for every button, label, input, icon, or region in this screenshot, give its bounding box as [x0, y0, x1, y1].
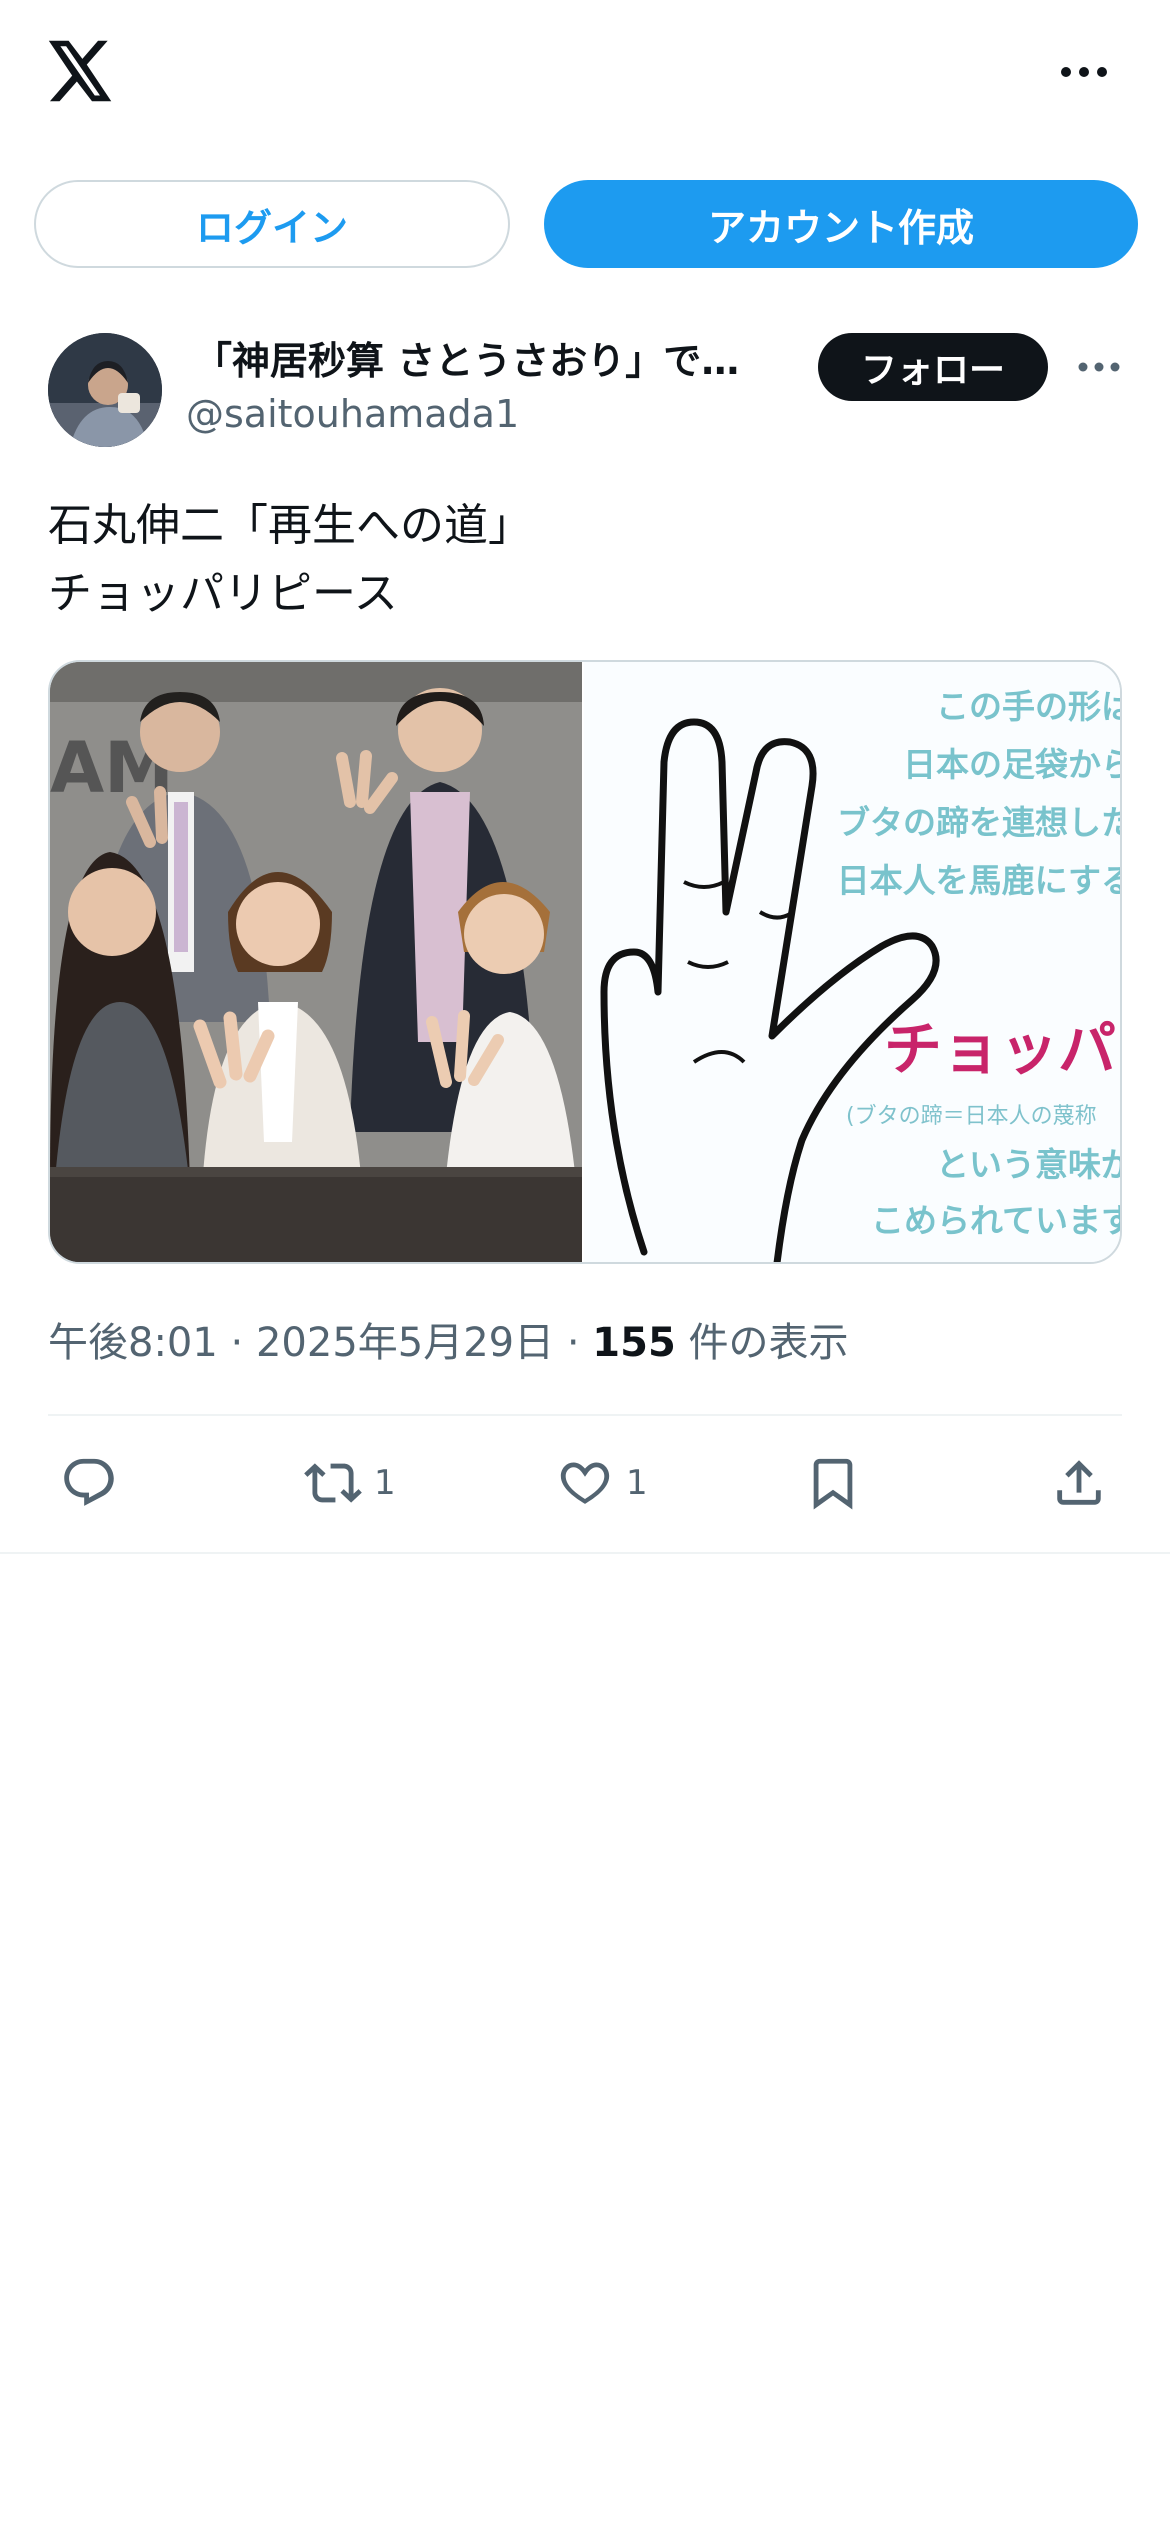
image-text-line: 日本人を馬鹿にする	[836, 861, 1122, 900]
post-text: 石丸伸二「再生への道」 チョッパリピース	[48, 492, 532, 628]
heart-icon	[560, 1462, 610, 1504]
repost-button[interactable]: 1	[304, 1448, 396, 1518]
views-count: 155	[592, 1320, 676, 1366]
meta-separator: ·	[566, 1320, 580, 1366]
post-date[interactable]: 2025年5月29日	[256, 1320, 554, 1366]
share-button[interactable]	[1050, 1448, 1108, 1518]
more-options-icon[interactable]	[1058, 52, 1110, 92]
repost-icon	[304, 1463, 362, 1503]
views-label: 件の表示	[688, 1320, 849, 1366]
x-logo-icon[interactable]	[48, 40, 114, 102]
reply-button[interactable]	[60, 1448, 118, 1518]
share-icon	[1057, 1460, 1101, 1505]
image-text-line: 日本の足袋から	[903, 745, 1122, 784]
follow-button[interactable]: フォロー	[818, 333, 1048, 401]
divider	[48, 1414, 1122, 1416]
post-text-line: 石丸伸二「再生への道」	[48, 500, 532, 551]
post-meta: 午後8:01 · 2025年5月29日 · 155 件の表示	[48, 1310, 849, 1368]
post-more-icon[interactable]	[1074, 350, 1124, 384]
post-media[interactable]: AM この手の形は 日本の足袋から ブタの蹄を連想した 日本人を馬鹿にする チョ…	[48, 660, 1122, 1264]
image-text-line: という意味が	[936, 1145, 1122, 1184]
post-text-line: チョッパリピース	[48, 568, 398, 619]
image-text-line: ブタの蹄を連想した	[837, 803, 1122, 842]
image-text-line: この手の形は	[936, 687, 1122, 726]
hand-sign-illustration: この手の形は 日本の足袋から ブタの蹄を連想した 日本人を馬鹿にする チョッパリ…	[584, 662, 1122, 1262]
avatar[interactable]	[48, 333, 162, 447]
author-name[interactable]: 「神居秒算 さとうさおり」で…	[194, 330, 794, 385]
post-time[interactable]: 午後8:01	[48, 1320, 218, 1366]
create-account-button[interactable]: アカウント作成	[544, 180, 1138, 268]
image-note-text: (ブタの蹄＝日本人の蔑称	[846, 1104, 1097, 1129]
like-button[interactable]: 1	[556, 1448, 648, 1518]
divider	[0, 1552, 1170, 1554]
reply-icon	[64, 1458, 114, 1506]
top-bar	[0, 0, 1170, 150]
like-count: 1	[626, 1463, 648, 1503]
login-button[interactable]: ログイン	[34, 180, 510, 268]
image-text-line: こめられています	[870, 1201, 1122, 1240]
group-photo: AM	[50, 662, 582, 1262]
repost-count: 1	[374, 1463, 396, 1503]
author-handle[interactable]: @saitouhamada1	[186, 392, 519, 436]
image-highlight-text: チョッパリ	[884, 1015, 1120, 1083]
bookmark-button[interactable]	[804, 1448, 862, 1518]
bookmark-icon	[813, 1458, 853, 1510]
meta-separator: ·	[230, 1320, 244, 1366]
